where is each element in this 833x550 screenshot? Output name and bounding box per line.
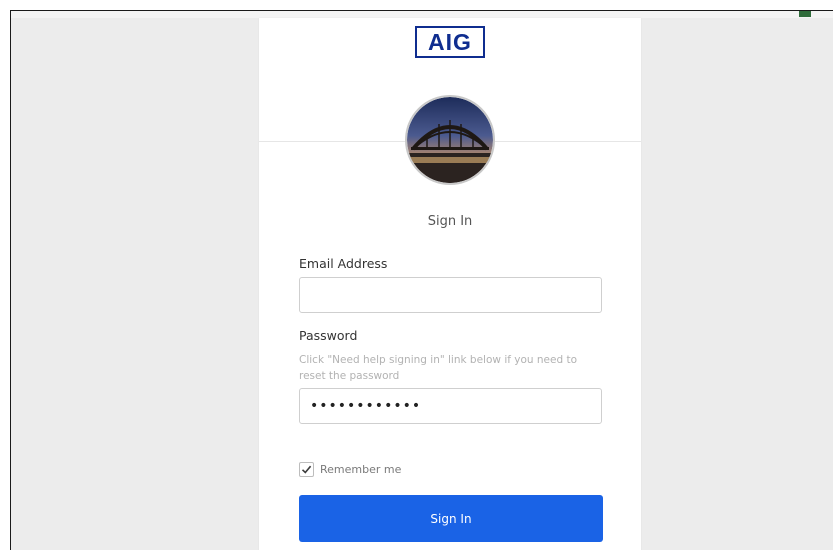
password-hint: Click "Need help signing in" link below … (299, 354, 578, 382)
remember-me-label[interactable]: Remember me (320, 463, 401, 476)
remember-me: Remember me (299, 462, 401, 477)
remember-me-checkbox[interactable] (299, 462, 314, 477)
check-icon (301, 465, 312, 474)
sign-in-button[interactable]: Sign In (299, 495, 603, 542)
sign-in-title: Sign In (427, 214, 473, 229)
corner-badge-icon (799, 11, 811, 17)
login-card: AIG Sign In Email Address Password Click… (259, 18, 641, 550)
logo-text: AIG (428, 28, 472, 55)
aig-logo: AIG (415, 26, 485, 58)
browser-viewport: AIG Sign In Email Address Password Click… (10, 10, 833, 550)
email-field[interactable] (299, 277, 602, 313)
top-bar (11, 11, 833, 18)
password-label: Password (299, 328, 358, 343)
password-field[interactable] (299, 388, 602, 424)
email-label: Email Address (299, 256, 388, 271)
bridge-avatar-icon (405, 95, 495, 185)
